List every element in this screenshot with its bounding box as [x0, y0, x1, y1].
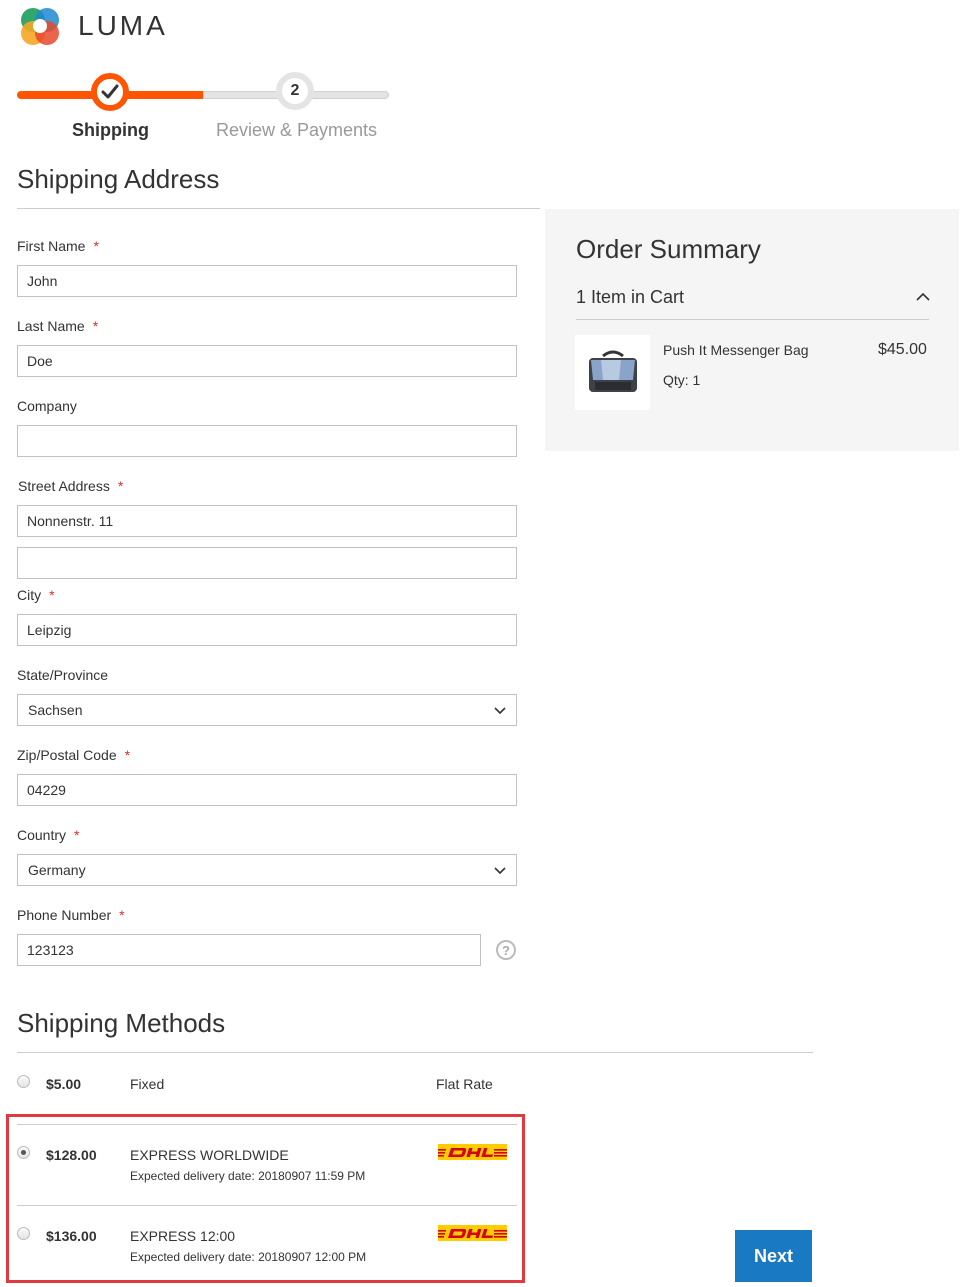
city-input[interactable]	[17, 614, 517, 646]
chevron-up-icon[interactable]	[916, 292, 930, 302]
messenger-bag-icon	[588, 350, 637, 392]
street-address-line1-input[interactable]	[17, 505, 517, 537]
shipping-method-flat-rate[interactable]: $5.00 Fixed Flat Rate	[17, 1070, 813, 1120]
zip-label: Zip/Postal Code *	[17, 747, 131, 763]
product-price: $45.00	[878, 341, 927, 358]
last-name-input[interactable]	[17, 345, 517, 377]
chevron-down-icon	[494, 707, 506, 715]
method-price: $5.00	[46, 1076, 82, 1092]
flat-rate-radio[interactable]	[17, 1075, 30, 1088]
zip-input[interactable]	[17, 774, 517, 806]
company-label: Company	[17, 398, 77, 414]
carrier-name: Flat Rate	[436, 1076, 493, 1092]
last-name-label: Last Name *	[17, 318, 99, 334]
state-select-value: Sachsen	[28, 702, 83, 718]
checkmark-icon	[101, 84, 119, 99]
method-title: Fixed	[130, 1076, 165, 1092]
step-review-indicator: 2	[276, 72, 314, 110]
divider	[17, 208, 540, 209]
company-input[interactable]	[17, 425, 517, 457]
question-icon[interactable]: ?	[496, 940, 516, 960]
country-select-value: Germany	[28, 862, 86, 878]
step-shipping-label: Shipping	[72, 120, 149, 140]
logo-text: LUMA	[78, 10, 168, 41]
chevron-down-icon	[494, 867, 506, 875]
product-name: Push It Messenger Bag	[663, 342, 809, 358]
dhl-methods-highlight	[6, 1114, 525, 1283]
street-address-label: Street Address *	[18, 478, 124, 494]
luma-logo-icon	[21, 8, 59, 45]
first-name-label: First Name *	[17, 238, 99, 254]
country-label: Country *	[17, 827, 80, 843]
street-address-line2-input[interactable]	[17, 547, 517, 579]
state-label: State/Province	[17, 667, 109, 683]
phone-label: Phone Number *	[17, 907, 125, 923]
divider	[17, 1052, 813, 1053]
state-select[interactable]: Sachsen	[17, 694, 517, 726]
next-button[interactable]: Next	[735, 1230, 812, 1282]
product-image[interactable]	[575, 335, 650, 410]
divider	[576, 319, 929, 320]
order-summary-title: Order Summary	[576, 234, 761, 264]
step-review-label: Review & Payments	[216, 120, 378, 140]
phone-input[interactable]	[17, 934, 481, 966]
step-shipping-indicator	[91, 73, 129, 111]
country-select[interactable]: Germany	[17, 854, 517, 886]
city-label: City *	[17, 587, 55, 603]
shipping-address-title: Shipping Address	[17, 164, 220, 194]
product-qty: Qty: 1	[663, 372, 701, 388]
checkout-progress: 2 Shipping Review & Payments	[17, 70, 391, 142]
items-in-cart-toggle[interactable]: 1 Item in Cart	[576, 287, 684, 308]
order-summary: Order Summary 1 Item in Cart Push It Mes…	[545, 209, 959, 451]
luma-logo[interactable]: LUMA	[18, 3, 168, 49]
first-name-input[interactable]	[17, 265, 517, 297]
step-number: 2	[290, 82, 300, 99]
shipping-methods-title: Shipping Methods	[17, 1008, 226, 1038]
